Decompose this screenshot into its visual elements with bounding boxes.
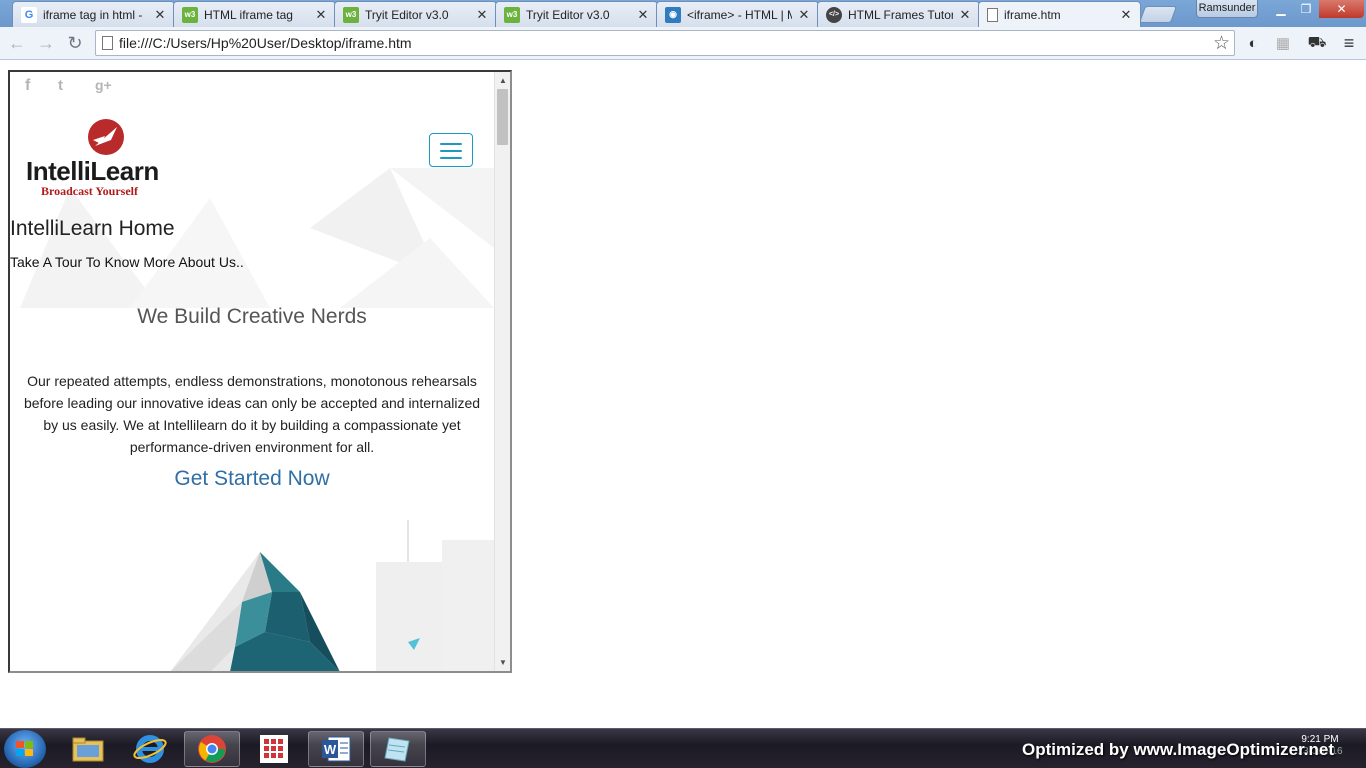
- close-icon[interactable]: ✕: [798, 7, 810, 23]
- taskbar-apps[interactable]: [246, 731, 302, 767]
- svg-text:W: W: [324, 742, 337, 757]
- scroll-down-icon[interactable]: ▼: [499, 658, 507, 667]
- menu-bar: [440, 157, 462, 159]
- extension-contrast-icon[interactable]: ◐: [1242, 32, 1264, 54]
- minimize-button[interactable]: ▁: [1268, 0, 1294, 18]
- close-icon[interactable]: ✕: [154, 7, 166, 23]
- page-icon: [102, 36, 113, 50]
- mountain-illustration: [170, 520, 494, 671]
- tab-iframe-htm[interactable]: iframe.htm ✕: [978, 1, 1141, 27]
- start-button[interactable]: [4, 730, 46, 768]
- taskbar-chrome[interactable]: [184, 731, 240, 767]
- address-bar[interactable]: ☆: [95, 30, 1235, 56]
- close-icon[interactable]: ✕: [315, 7, 327, 23]
- page-heading: IntelliLearn Home: [10, 217, 175, 240]
- tab-title: iframe.htm: [1004, 7, 1061, 22]
- taskbar-notepad[interactable]: [370, 731, 426, 767]
- mdn-icon: ◉: [665, 6, 681, 23]
- tab-tryit-1[interactable]: w3 Tryit Editor v3.0 ✕: [334, 1, 497, 27]
- tab-html-iframe[interactable]: w3 HTML iframe tag ✕: [173, 1, 336, 27]
- menu-icon[interactable]: ≡: [1338, 32, 1360, 54]
- forward-button[interactable]: →: [34, 32, 58, 54]
- section-description: Our repeated attempts, endless demonstra…: [23, 373, 481, 455]
- profile-button[interactable]: Ramsunder: [1196, 0, 1258, 18]
- google-plus-icon[interactable]: g+: [95, 77, 112, 93]
- watermark: Optimized by www.ImageOptimizer.net: [1022, 740, 1335, 759]
- menu-bar: [440, 150, 462, 152]
- page-subheading: Take A Tour To Know More About Us..: [10, 254, 244, 270]
- bookmark-star-icon[interactable]: ☆: [1213, 32, 1230, 55]
- iframe[interactable]: f t g+ IntelliLearn Broadcast Yourself I…: [8, 70, 512, 673]
- internet-explorer-icon: [133, 735, 167, 763]
- get-started-link[interactable]: Get Started Now: [10, 467, 494, 491]
- notepad-icon: [384, 737, 410, 762]
- page-icon: [987, 7, 998, 22]
- taskbar-ie[interactable]: [122, 731, 178, 767]
- w3schools-icon: w3: [182, 6, 198, 23]
- scroll-up-icon[interactable]: ▲: [499, 76, 507, 85]
- tab-title: <iframe> - HTML | M: [687, 7, 792, 22]
- iframe-document: f t g+ IntelliLearn Broadcast Yourself I…: [10, 72, 494, 671]
- scrollbar-thumb[interactable]: [497, 89, 508, 145]
- menu-toggle-button[interactable]: [429, 133, 473, 167]
- tab-title: HTML iframe tag: [204, 7, 293, 22]
- tab-tryit-2[interactable]: w3 Tryit Editor v3.0 ✕: [495, 1, 658, 27]
- twitter-icon[interactable]: t: [58, 77, 63, 94]
- windows-logo-icon: [16, 741, 33, 756]
- extension-train-icon[interactable]: ⛟: [1306, 32, 1328, 54]
- page-content: f t g+ IntelliLearn Broadcast Yourself I…: [0, 61, 1366, 728]
- url-input[interactable]: [119, 33, 1199, 53]
- extension-puzzle-icon[interactable]: ▦: [1272, 32, 1294, 54]
- tab-google[interactable]: G iframe tag in html - ✕: [12, 1, 175, 27]
- back-button[interactable]: ←: [5, 32, 29, 54]
- reload-button[interactable]: ↻: [63, 32, 87, 54]
- facebook-icon[interactable]: f: [25, 77, 30, 95]
- code-icon: </>: [826, 6, 842, 23]
- tab-title: iframe tag in html -: [43, 7, 143, 22]
- logo-name: IntelliLearn: [26, 156, 159, 186]
- tab-strip: G iframe tag in html - ✕ w3 HTML iframe …: [0, 0, 1366, 27]
- browser-toolbar: ← → ↻ ☆ ◐ ▦ ⛟ ≡: [0, 27, 1366, 60]
- tab-title: HTML Frames Tutori: [848, 7, 953, 22]
- close-icon[interactable]: ✕: [1120, 7, 1132, 23]
- tab-title: Tryit Editor v3.0: [365, 7, 449, 22]
- logo-tagline: Broadcast Yourself: [41, 184, 138, 198]
- taskbar-explorer[interactable]: [60, 731, 116, 767]
- close-icon[interactable]: ✕: [476, 7, 488, 23]
- menu-bar: [440, 143, 462, 145]
- w3schools-icon: w3: [504, 6, 520, 23]
- tab-title: Tryit Editor v3.0: [526, 7, 610, 22]
- close-window-button[interactable]: ✕: [1319, 0, 1364, 18]
- tab-html-frames[interactable]: </> HTML Frames Tutori ✕: [817, 1, 980, 27]
- logo-rocket-icon: [88, 119, 124, 155]
- close-icon[interactable]: ✕: [637, 7, 649, 23]
- w3schools-icon: w3: [343, 6, 359, 23]
- tab-mdn[interactable]: ◉ <iframe> - HTML | M ✕: [656, 1, 819, 27]
- word-icon: W: [322, 736, 351, 762]
- chrome-icon: [198, 735, 226, 763]
- file-explorer-icon: [72, 737, 104, 762]
- restore-button[interactable]: ❐: [1293, 0, 1319, 18]
- metro-apps-icon: [260, 735, 288, 763]
- iframe-scrollbar[interactable]: ▲ ▼: [494, 72, 510, 671]
- new-tab-button[interactable]: [1138, 6, 1178, 23]
- intellilearn-logo[interactable]: IntelliLearn Broadcast Yourself: [24, 116, 184, 198]
- section-title: We Build Creative Nerds: [137, 305, 367, 328]
- google-icon: G: [21, 6, 37, 23]
- taskbar-word[interactable]: W: [308, 731, 364, 767]
- close-icon[interactable]: ✕: [959, 7, 971, 23]
